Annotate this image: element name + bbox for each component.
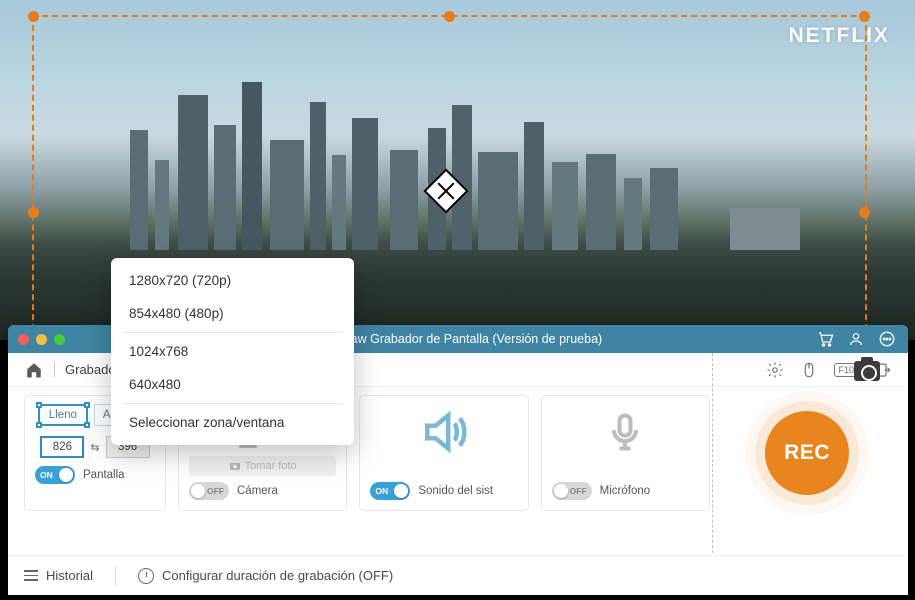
screen-toggle[interactable]: ON xyxy=(35,466,75,484)
resolution-option[interactable]: 1280x720 (720p) xyxy=(111,264,354,297)
window-zoom-button[interactable] xyxy=(54,334,65,345)
history-button[interactable]: Historial xyxy=(24,568,93,583)
user-icon[interactable] xyxy=(848,331,864,347)
mouse-icon[interactable] xyxy=(800,361,818,379)
take-photo-button[interactable]: Tomar foto xyxy=(189,456,336,476)
resolution-option[interactable]: 1024x768 xyxy=(111,335,354,368)
list-icon xyxy=(24,570,38,581)
duration-config-button[interactable]: Configurar duración de grabación (OFF) xyxy=(138,568,393,584)
window-close-button[interactable] xyxy=(18,334,29,345)
width-input[interactable] xyxy=(40,436,84,458)
screen-toggle-label: Pantalla xyxy=(83,469,125,481)
microphone-panel: OFF Micrófono xyxy=(541,395,710,511)
system-sound-panel: ON Sonido del sist xyxy=(359,395,528,511)
clock-icon xyxy=(138,568,154,584)
vertical-separator xyxy=(712,353,713,553)
cart-icon[interactable] xyxy=(816,330,834,348)
speaker-icon xyxy=(419,407,469,457)
chat-icon[interactable] xyxy=(878,330,896,348)
resolution-option[interactable]: 854x480 (480p) xyxy=(111,297,354,330)
full-size-label: Lleno xyxy=(49,409,77,421)
resolution-dropdown-menu: 1280x720 (720p) 854x480 (480p) 1024x768 … xyxy=(111,258,354,445)
record-button[interactable]: REC xyxy=(765,411,849,495)
footer: Historial Configurar duración de grabaci… xyxy=(8,555,908,595)
settings-gear-icon[interactable] xyxy=(766,361,784,379)
skyline-illustration xyxy=(0,80,915,250)
netflix-watermark: NETFLIX xyxy=(789,24,891,48)
home-icon[interactable] xyxy=(24,361,44,379)
resolution-option-select-area[interactable]: Seleccionar zona/ventana xyxy=(111,406,354,439)
screenshot-button[interactable] xyxy=(854,361,880,381)
take-photo-label: Tomar foto xyxy=(245,460,297,472)
history-label: Historial xyxy=(46,568,93,583)
system-sound-toggle[interactable]: ON xyxy=(370,482,410,500)
microphone-label: Micrófono xyxy=(600,485,651,497)
link-dimensions-icon[interactable]: ⇆ xyxy=(90,441,99,454)
duration-label: Configurar duración de grabación (OFF) xyxy=(162,568,393,583)
window-minimize-button[interactable] xyxy=(36,334,47,345)
camera-toggle[interactable]: OFF xyxy=(189,482,229,500)
microphone-icon xyxy=(603,410,647,454)
resolution-option[interactable]: 640x480 xyxy=(111,368,354,401)
camera-toggle-label: Cámera xyxy=(237,485,278,497)
full-size-button[interactable]: Lleno xyxy=(38,404,88,426)
system-sound-label: Sonido del sist xyxy=(418,485,493,497)
microphone-toggle[interactable]: OFF xyxy=(552,482,592,500)
